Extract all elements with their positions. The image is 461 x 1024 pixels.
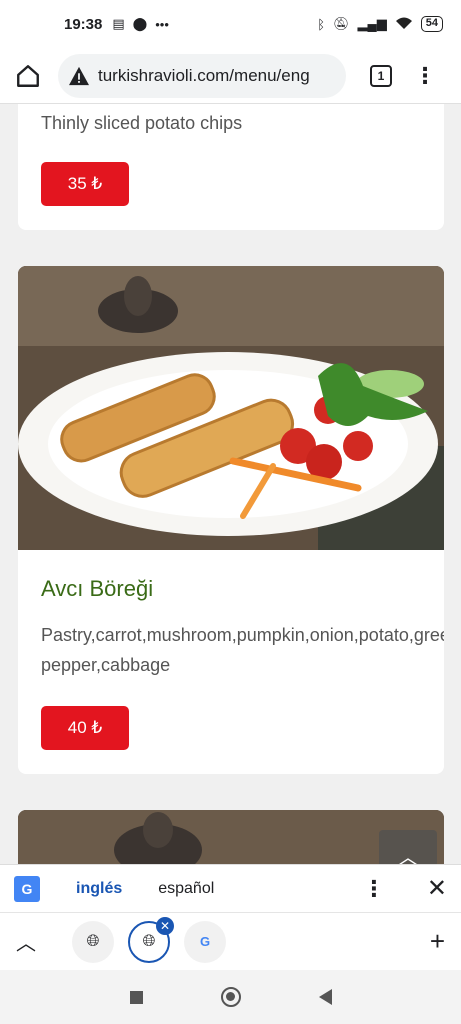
price-button[interactable]: 35 ₺ <box>41 162 129 206</box>
more-dots-icon: ••• <box>155 16 169 32</box>
tab-favicon-google[interactable]: G <box>184 920 226 963</box>
back-button[interactable] <box>318 989 332 1005</box>
item-description: Pastry,carrot,mushroom,pumpkin,onion,pot… <box>41 625 444 645</box>
lang-tab-source[interactable]: inglés <box>76 880 122 898</box>
sim-card-icon: ▤ <box>112 16 125 31</box>
home-button[interactable] <box>10 58 46 94</box>
google-translate-icon: G <box>14 875 40 902</box>
status-right-icons: ᛒ 🔕︎ ▂▄▆ 54 <box>317 16 443 33</box>
item-description-continued: pepper,cabbage <box>41 655 171 675</box>
lang-tab-target[interactable]: español <box>158 880 214 898</box>
translate-bar: G inglés español ⋮ ✕ <box>0 864 461 912</box>
silent-bell-icon: 🔕︎ <box>333 16 350 31</box>
battery-indicator: 54 <box>420 16 443 32</box>
page-content: Thinly sliced potato chips 35 ₺ Avcı Bör… <box>0 104 461 864</box>
tab-favicon-active[interactable]: 🌐︎ ✕ <box>128 916 174 963</box>
food-photo <box>18 266 444 550</box>
translate-options-button[interactable]: ⋮ <box>363 876 385 902</box>
globe-icon: 🌐︎ <box>86 932 100 950</box>
tab-strip: ︿ 🌐︎ 🌐︎ ✕ G + <box>0 912 461 970</box>
item-description: Thinly sliced potato chips <box>41 113 243 133</box>
location-pin-icon: ⬤ <box>132 16 148 31</box>
system-nav-bar <box>0 970 461 1024</box>
globe-icon: 🌐︎ <box>142 932 156 950</box>
google-icon: G <box>199 934 211 949</box>
new-tab-button[interactable]: + <box>430 926 445 957</box>
home-nav-button[interactable] <box>220 987 241 1007</box>
status-bar: 19:38 ▤ ⬤ ••• ᛒ 🔕︎ ▂▄▆ 54 <box>0 0 461 48</box>
tab-favicon[interactable]: 🌐︎ <box>72 920 114 963</box>
chevron-up-icon: ︿ <box>398 846 418 865</box>
home-icon <box>17 64 39 87</box>
wifi-icon <box>395 16 413 33</box>
price-button[interactable]: 40 ₺ <box>41 706 129 750</box>
translate-close-button[interactable]: ✕ <box>427 874 447 903</box>
tab-switcher-button[interactable]: 1 <box>370 64 392 87</box>
menu-card: Avcı Böreği Pastry,carrot,mushroom,pumpk… <box>18 266 444 774</box>
warning-icon <box>69 66 89 85</box>
status-time: 19:38 <box>64 15 103 33</box>
browser-toolbar: turkishravioli.com/menu/eng 1 ⋮ <box>0 48 461 104</box>
recents-button[interactable] <box>129 990 143 1004</box>
item-title: Avcı Böreği <box>41 576 154 601</box>
address-bar[interactable]: turkishravioli.com/menu/eng <box>58 53 346 98</box>
bluetooth-icon: ᛒ <box>317 16 326 32</box>
chevron-up-icon[interactable]: ︿ <box>16 927 46 956</box>
close-tab-icon[interactable]: ✕ <box>156 916 174 935</box>
browser-menu-button[interactable]: ⋮ <box>414 64 436 87</box>
signal-r-icon: ▂▄▆ <box>357 16 387 31</box>
scroll-to-top-button[interactable]: ︿ <box>379 830 437 864</box>
url-text: turkishravioli.com/menu/eng <box>98 65 310 85</box>
status-left-icons: ▤ ⬤ ••• <box>112 16 169 32</box>
menu-card: Thinly sliced potato chips 35 ₺ <box>18 104 444 230</box>
